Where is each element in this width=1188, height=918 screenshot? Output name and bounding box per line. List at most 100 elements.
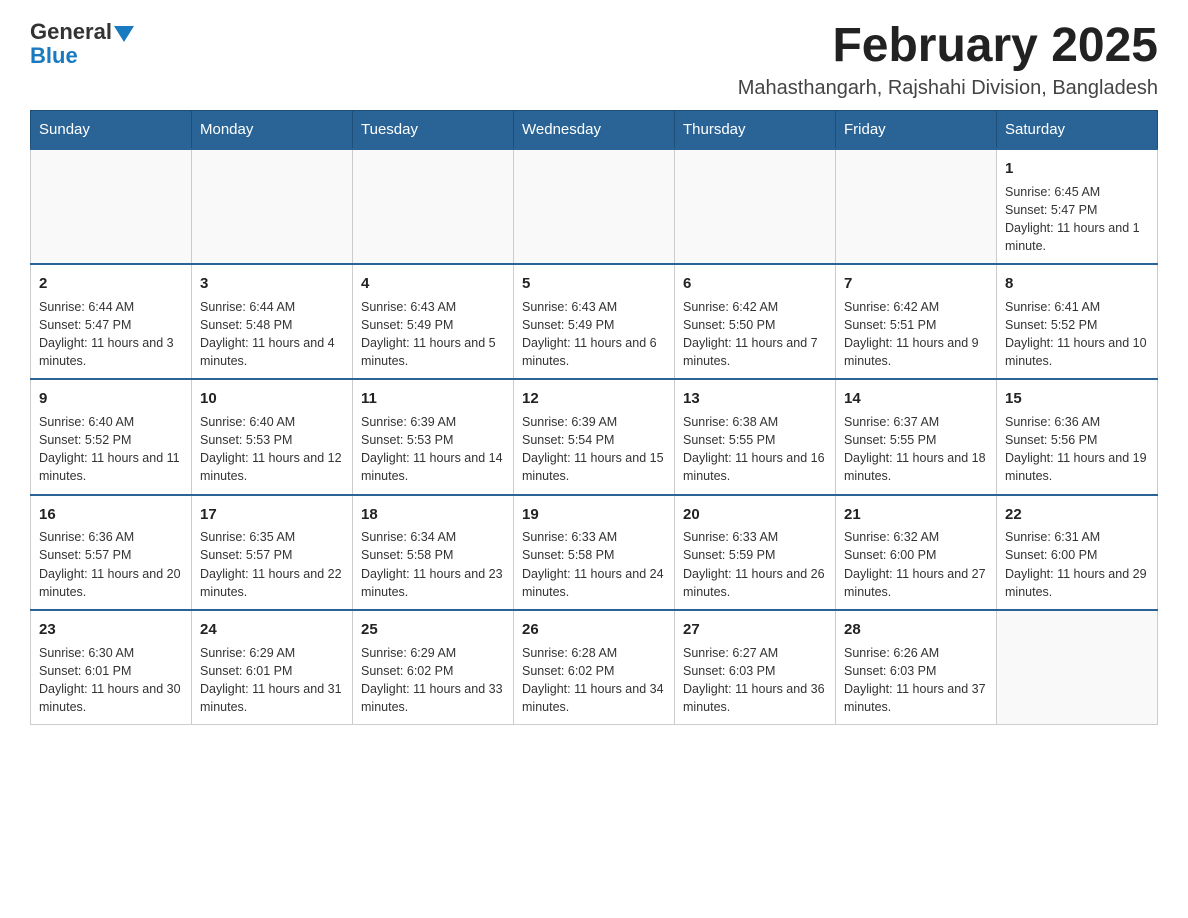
day-info-line: Sunset: 6:00 PM	[844, 546, 988, 564]
day-info-line: Daylight: 11 hours and 1 minute.	[1005, 219, 1149, 255]
calendar-cell: 7Sunrise: 6:42 AMSunset: 5:51 PMDaylight…	[836, 264, 997, 379]
day-number: 24	[200, 619, 344, 641]
day-number: 18	[361, 504, 505, 526]
calendar-cell: 4Sunrise: 6:43 AMSunset: 5:49 PMDaylight…	[353, 264, 514, 379]
day-number: 5	[522, 273, 666, 295]
day-info-line: Sunset: 5:55 PM	[844, 431, 988, 449]
day-info-line: Daylight: 11 hours and 34 minutes.	[522, 680, 666, 716]
calendar-cell: 10 Sunrise: 6:40 AMSunset: 5:53 PMDayligh…	[192, 379, 353, 494]
day-info-line: Daylight: 11 hours and 12 minutes.	[200, 449, 344, 485]
calendar-cell	[675, 149, 836, 264]
day-info-line: Sunrise: 6:39 AM	[361, 413, 505, 431]
calendar-cell: 11Sunrise: 6:39 AMSunset: 5:53 PMDayligh…	[353, 379, 514, 494]
day-info-line: Sunset: 6:03 PM	[844, 662, 988, 680]
day-info-line: Daylight: 11 hours and 24 minutes.	[522, 565, 666, 601]
calendar-cell: 21Sunrise: 6:32 AMSunset: 6:00 PMDayligh…	[836, 495, 997, 610]
calendar-cell: 17Sunrise: 6:35 AMSunset: 5:57 PMDayligh…	[192, 495, 353, 610]
day-info-line: Sunrise: 6:44 AM	[200, 298, 344, 316]
day-info-line: Daylight: 11 hours and 19 minutes.	[1005, 449, 1149, 485]
day-info-line: Sunrise: 6:40 AM	[39, 413, 183, 431]
day-info-line: Sunset: 5:54 PM	[522, 431, 666, 449]
day-info-line: Sunset: 5:59 PM	[683, 546, 827, 564]
calendar-table: SundayMondayTuesdayWednesdayThursdayFrid…	[30, 110, 1158, 725]
day-number: 13	[683, 388, 827, 410]
day-number: 10	[200, 388, 344, 410]
day-info-line: Daylight: 11 hours and 30 minutes.	[39, 680, 183, 716]
calendar-cell: 22Sunrise: 6:31 AMSunset: 6:00 PMDayligh…	[997, 495, 1158, 610]
day-number: 23	[39, 619, 183, 641]
day-info-line: Sunset: 6:00 PM	[1005, 546, 1149, 564]
day-info-line: Daylight: 11 hours and 36 minutes.	[683, 680, 827, 716]
calendar-cell: 1Sunrise: 6:45 AMSunset: 5:47 PMDaylight…	[997, 149, 1158, 264]
day-info-line: Sunrise: 6:33 AM	[683, 528, 827, 546]
day-info-line: Sunrise: 6:31 AM	[1005, 528, 1149, 546]
month-title: February 2025	[738, 20, 1158, 73]
weekday-header-thursday: Thursday	[675, 110, 836, 149]
calendar-cell	[997, 610, 1158, 725]
day-info-line: Daylight: 11 hours and 37 minutes.	[844, 680, 988, 716]
calendar-cell: 8Sunrise: 6:41 AMSunset: 5:52 PMDaylight…	[997, 264, 1158, 379]
day-info-line: Daylight: 11 hours and 9 minutes.	[844, 334, 988, 370]
day-info-line: Sunset: 5:57 PM	[200, 546, 344, 564]
day-info-line: Sunrise: 6:42 AM	[844, 298, 988, 316]
location-subtitle: Mahasthangarh, Rajshahi Division, Bangla…	[738, 77, 1158, 100]
week-row-5: 23Sunrise: 6:30 AMSunset: 6:01 PMDayligh…	[31, 610, 1158, 725]
week-row-2: 2Sunrise: 6:44 AMSunset: 5:47 PMDaylight…	[31, 264, 1158, 379]
day-info-line: Sunset: 5:47 PM	[1005, 201, 1149, 219]
day-number: 11	[361, 388, 505, 410]
day-info-line: Sunrise: 6:34 AM	[361, 528, 505, 546]
day-info-line: Sunrise: 6:32 AM	[844, 528, 988, 546]
day-info-line: Sunset: 6:03 PM	[683, 662, 827, 680]
day-info-line: Sunrise: 6:42 AM	[683, 298, 827, 316]
day-number: 25	[361, 619, 505, 641]
weekday-header-friday: Friday	[836, 110, 997, 149]
day-info-line: Daylight: 11 hours and 15 minutes.	[522, 449, 666, 485]
calendar-cell: 23Sunrise: 6:30 AMSunset: 6:01 PMDayligh…	[31, 610, 192, 725]
calendar-cell: 20Sunrise: 6:33 AMSunset: 5:59 PMDayligh…	[675, 495, 836, 610]
calendar-cell: 24Sunrise: 6:29 AMSunset: 6:01 PMDayligh…	[192, 610, 353, 725]
day-info-line: Daylight: 11 hours and 22 minutes.	[200, 565, 344, 601]
day-info-line: Sunrise: 6:40 AM	[200, 413, 344, 431]
day-number: 3	[200, 273, 344, 295]
day-number: 12	[522, 388, 666, 410]
day-info-line: Sunset: 5:58 PM	[361, 546, 505, 564]
day-number: 8	[1005, 273, 1149, 295]
weekday-header-wednesday: Wednesday	[514, 110, 675, 149]
day-info-line: Sunrise: 6:45 AM	[1005, 183, 1149, 201]
week-row-3: 9Sunrise: 6:40 AMSunset: 5:52 PMDaylight…	[31, 379, 1158, 494]
day-info-line: Daylight: 11 hours and 4 minutes.	[200, 334, 344, 370]
day-info-line: Daylight: 11 hours and 23 minutes.	[361, 565, 505, 601]
day-info-line: Daylight: 11 hours and 27 minutes.	[844, 565, 988, 601]
day-info-line: Daylight: 11 hours and 11 minutes.	[39, 449, 183, 485]
day-number: 19	[522, 504, 666, 526]
weekday-header-sunday: Sunday	[31, 110, 192, 149]
day-info-line: Sunset: 5:48 PM	[200, 316, 344, 334]
logo-triangle-icon	[114, 26, 134, 42]
day-info-line: Daylight: 11 hours and 5 minutes.	[361, 334, 505, 370]
weekday-header-saturday: Saturday	[997, 110, 1158, 149]
day-info-line: Sunset: 5:55 PM	[683, 431, 827, 449]
calendar-cell: 3 Sunrise: 6:44 AMSunset: 5:48 PMDaylight…	[192, 264, 353, 379]
day-info-line: Daylight: 11 hours and 10 minutes.	[1005, 334, 1149, 370]
day-info-line: Sunset: 5:51 PM	[844, 316, 988, 334]
calendar-cell: 5Sunrise: 6:43 AMSunset: 5:49 PMDaylight…	[514, 264, 675, 379]
calendar-cell: 2Sunrise: 6:44 AMSunset: 5:47 PMDaylight…	[31, 264, 192, 379]
day-info-line: Sunset: 6:01 PM	[39, 662, 183, 680]
day-info-line: Sunrise: 6:37 AM	[844, 413, 988, 431]
day-number: 14	[844, 388, 988, 410]
day-info-line: Daylight: 11 hours and 16 minutes.	[683, 449, 827, 485]
calendar-cell: 25Sunrise: 6:29 AMSunset: 6:02 PMDayligh…	[353, 610, 514, 725]
calendar-cell: 19Sunrise: 6:33 AMSunset: 5:58 PMDayligh…	[514, 495, 675, 610]
day-number: 20	[683, 504, 827, 526]
day-info-line: Sunset: 5:53 PM	[200, 431, 344, 449]
day-info-line: Sunset: 5:56 PM	[1005, 431, 1149, 449]
calendar-cell: 6Sunrise: 6:42 AMSunset: 5:50 PMDaylight…	[675, 264, 836, 379]
calendar-cell: 28 Sunrise: 6:26 AMSunset: 6:03 PMDayligh…	[836, 610, 997, 725]
day-info-line: Sunrise: 6:38 AM	[683, 413, 827, 431]
day-info-line: Sunrise: 6:26 AM	[844, 644, 988, 662]
day-info-line: Sunset: 5:52 PM	[39, 431, 183, 449]
week-row-4: 16Sunrise: 6:36 AMSunset: 5:57 PMDayligh…	[31, 495, 1158, 610]
day-number: 28	[844, 619, 988, 641]
day-info-line: Sunset: 5:52 PM	[1005, 316, 1149, 334]
day-info-line: Daylight: 11 hours and 33 minutes.	[361, 680, 505, 716]
